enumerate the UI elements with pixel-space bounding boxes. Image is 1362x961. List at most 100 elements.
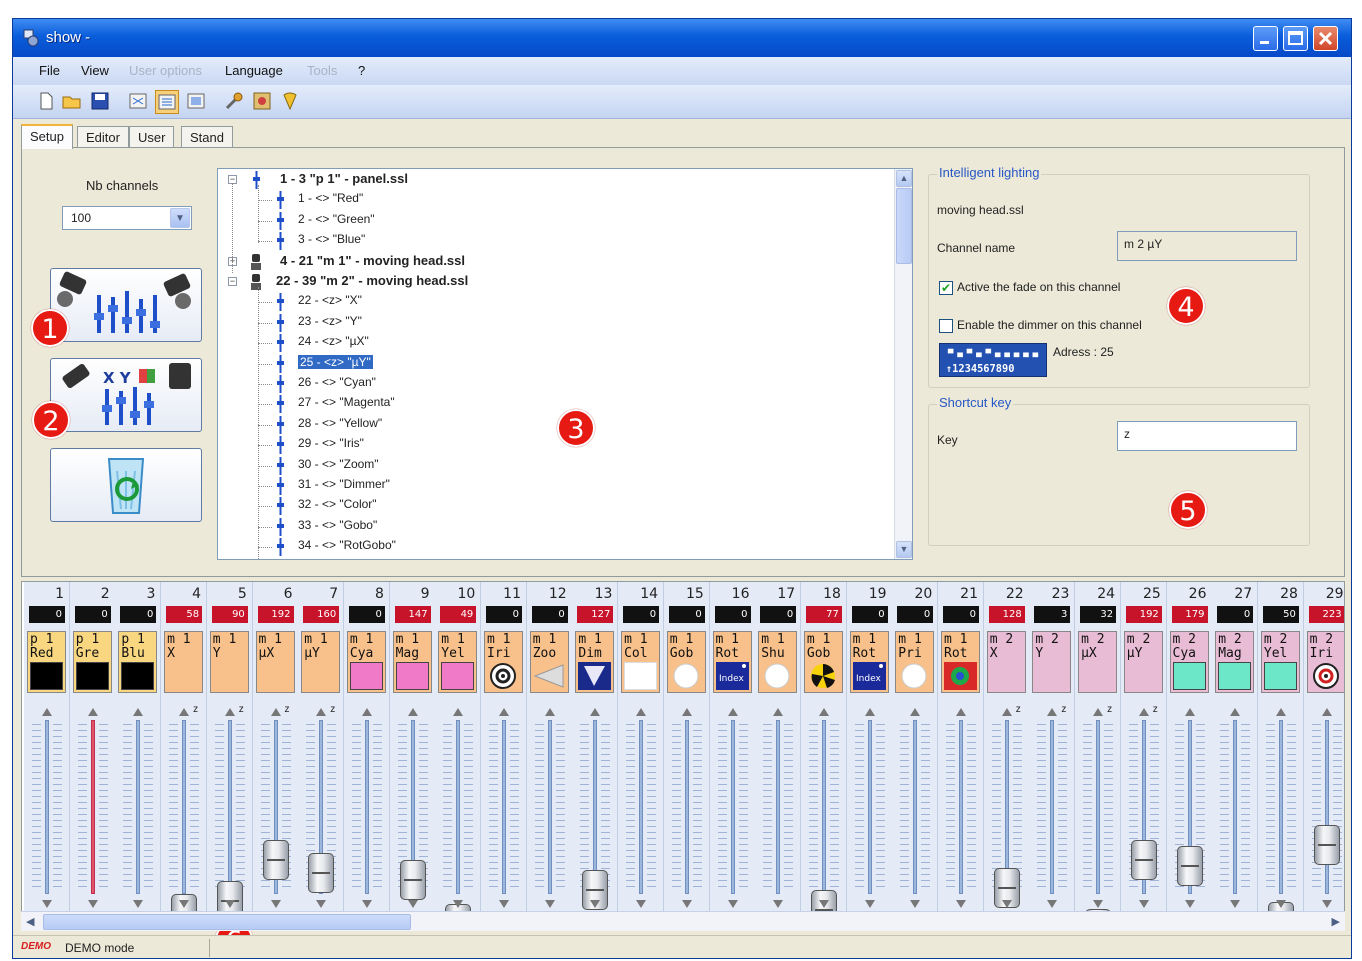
fader-track[interactable] — [364, 720, 369, 894]
fader-scrollbar[interactable]: ◀ ▶ — [21, 911, 1345, 931]
channel-number: 9 — [420, 586, 430, 602]
scroll-down-icon[interactable]: ▼ — [896, 541, 912, 558]
fader-track[interactable] — [730, 720, 735, 894]
new-file-button[interactable] — [35, 90, 59, 114]
tree-channel[interactable]: 1 - <> "Red" — [298, 191, 363, 205]
tree-connector — [258, 363, 272, 365]
fixture-tree[interactable]: − 1 - 3 "p 1" - panel.ssl 1 - <> "Red" 2 - … — [217, 168, 913, 560]
fader-track[interactable] — [502, 720, 506, 894]
view-mode-2-button[interactable] — [155, 90, 179, 114]
help-button[interactable] — [279, 90, 303, 114]
scrollbar-thumb[interactable] — [896, 188, 912, 264]
tree-channel[interactable]: 31 - <> "Dimmer" — [298, 477, 390, 491]
fader-track[interactable] — [1233, 720, 1238, 894]
tree-channel[interactable]: 33 - <> "Gobo" — [298, 518, 377, 532]
channel-icon — [277, 211, 284, 230]
fader-strip: 25 192 m 2 µY z — [1120, 582, 1167, 912]
tree-channel[interactable]: 32 - <> "Color" — [298, 497, 377, 511]
minimize-button[interactable] — [1253, 26, 1278, 51]
fader-track[interactable] — [913, 720, 918, 894]
scrollbar-thumb[interactable] — [43, 914, 411, 930]
fader-bottom-icon — [771, 898, 785, 910]
title-bar[interactable]: show - — [13, 19, 1351, 57]
scroll-right-icon[interactable]: ▶ — [1332, 915, 1340, 928]
tree-group-moving-head-1[interactable]: 4 - 21 "m 1" - moving head.ssl — [280, 253, 465, 268]
view-mode-1-button[interactable] — [127, 90, 151, 114]
tree-group-panel[interactable]: 1 - 3 "p 1" - panel.ssl — [280, 171, 408, 186]
fader-track[interactable] — [227, 720, 232, 894]
tree-channel[interactable]: 27 - <> "Magenta" — [298, 395, 395, 409]
tree-group-moving-head-2[interactable]: 22 - 39 "m 2" - moving head.ssl — [276, 273, 468, 288]
menu-help[interactable]: ? — [358, 63, 365, 78]
fader-knob[interactable] — [1176, 845, 1203, 886]
tree-channel[interactable]: 3 - <> "Blue" — [298, 232, 365, 246]
reset-button[interactable] — [50, 448, 202, 522]
menu-view[interactable]: View — [81, 63, 109, 78]
fader-track[interactable] — [684, 720, 689, 894]
fader-track[interactable] — [776, 720, 781, 894]
tree-channel[interactable]: 24 - <z> "µX" — [298, 334, 369, 348]
view-mode-3-button[interactable] — [185, 90, 209, 114]
nb-channels-select[interactable]: 100 ▼ — [62, 206, 192, 230]
maximize-button[interactable] — [1283, 26, 1308, 51]
settings-button[interactable] — [251, 90, 275, 114]
tree-scrollbar[interactable]: ▲ ▼ — [894, 169, 912, 559]
fader-track[interactable] — [1324, 720, 1329, 894]
fader-track[interactable] — [1278, 720, 1283, 894]
tab-stand-alone[interactable]: Stand Alone — [181, 126, 233, 160]
tab-user[interactable]: User — [129, 126, 175, 148]
tree-channel[interactable]: 2 - <> "Green" — [298, 212, 375, 226]
tree-channel[interactable]: 26 - <> "Cyan" — [298, 375, 376, 389]
tab-setup[interactable]: Setup — [21, 124, 73, 149]
fader-track[interactable] — [45, 720, 49, 894]
fader-knob[interactable] — [1313, 825, 1340, 866]
fader-track[interactable] — [639, 720, 644, 894]
fader-track[interactable] — [593, 720, 598, 894]
fader-knob[interactable] — [399, 860, 426, 901]
tab-editor[interactable]: Editor — [77, 126, 129, 148]
fader-top-icon — [1045, 706, 1059, 718]
scroll-up-icon[interactable]: ▲ — [896, 170, 912, 187]
tree-channel[interactable]: 25 - <z> "µY" — [298, 354, 373, 369]
fader-track[interactable] — [959, 720, 963, 894]
channel-name-field[interactable]: m 2 µY — [1117, 231, 1297, 261]
menu-user-options[interactable]: User options — [129, 63, 202, 78]
fader-knob[interactable] — [1130, 840, 1157, 880]
dmx-value: 0 — [486, 606, 522, 623]
channel-name-label: Channel name — [937, 241, 1016, 255]
fixture-editor-button[interactable]: X Y — [50, 358, 202, 432]
fader-track[interactable] — [1096, 720, 1101, 894]
color-swatch — [1218, 662, 1252, 690]
fixture-patch-button[interactable] — [50, 268, 202, 342]
fade-checkbox[interactable]: ✔ — [939, 281, 953, 295]
scroll-left-icon[interactable]: ◀ — [26, 915, 34, 928]
dimmer-checkbox[interactable] — [939, 319, 953, 333]
dmx-value: 0 — [760, 606, 797, 623]
fader-track[interactable] — [1050, 720, 1055, 894]
fader-track[interactable] — [547, 720, 552, 894]
fader-track[interactable] — [136, 720, 141, 894]
fader-track[interactable] — [456, 720, 461, 894]
fader-knob[interactable] — [262, 840, 289, 880]
fader-track[interactable] — [867, 720, 872, 894]
fader-knob[interactable] — [308, 853, 335, 894]
chevron-down-icon[interactable]: ▼ — [170, 208, 190, 228]
save-button[interactable] — [89, 90, 113, 114]
close-button[interactable] — [1313, 26, 1338, 51]
fader-track[interactable] — [821, 720, 826, 894]
collapse-icon[interactable]: − — [228, 277, 237, 286]
fader-track[interactable] — [90, 720, 95, 894]
tool-button[interactable] — [223, 90, 247, 114]
open-button[interactable] — [61, 90, 85, 114]
tree-channel[interactable]: 30 - <> "Zoom" — [298, 457, 379, 471]
tree-channel[interactable]: 34 - <> "RotGobo" — [298, 538, 396, 552]
menu-tools[interactable]: Tools — [307, 63, 337, 78]
tree-channel[interactable]: 28 - <> "Yellow" — [298, 416, 382, 430]
fader-track[interactable] — [182, 720, 187, 894]
menu-file[interactable]: File — [39, 63, 60, 78]
tree-channel[interactable]: 29 - <> "Iris" — [298, 436, 364, 450]
key-input[interactable]: z — [1117, 421, 1297, 451]
menu-language[interactable]: Language — [225, 63, 283, 78]
tree-channel[interactable]: 22 - <z> "X" — [298, 293, 362, 307]
tree-channel[interactable]: 23 - <z> "Y" — [298, 314, 362, 328]
